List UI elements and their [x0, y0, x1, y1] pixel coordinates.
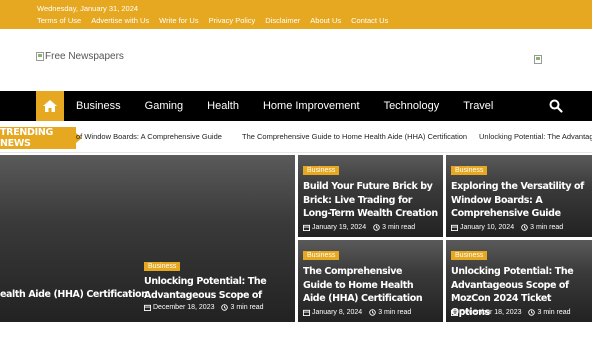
card-meta: December 18, 2023 3 min read: [451, 309, 571, 316]
clock-icon: [221, 304, 229, 311]
featured-card-main[interactable]: ealth Aide (HHA) Certification Business …: [0, 155, 295, 322]
card-meta: January 19, 2024 3 min read: [303, 224, 415, 231]
card-meta: January 10, 2024 3 min read: [451, 224, 563, 231]
category-badge[interactable]: Business: [451, 166, 488, 175]
category-badge[interactable]: Business: [144, 262, 181, 271]
category-badge[interactable]: Business: [303, 251, 340, 260]
nav-menu: Business Gaming Health Home Improvement …: [76, 91, 517, 121]
link-about[interactable]: About Us: [310, 16, 341, 25]
featured-card[interactable]: Business The Comprehensive Guide to Home…: [298, 240, 443, 322]
featured-card[interactable]: Business Build Your Future Brick by Bric…: [298, 155, 443, 237]
current-date: Wednesday, January 31, 2024: [37, 4, 139, 13]
card-meta: January 8, 2024 3 min read: [303, 309, 411, 316]
category-badge[interactable]: Business: [303, 166, 340, 175]
calendar-icon: [144, 304, 151, 311]
site-logo[interactable]: Free Newspapers: [36, 51, 124, 62]
calendar-icon: [303, 309, 310, 316]
card-title[interactable]: Unlocking Potential: The Advantageous Sc…: [144, 275, 295, 303]
calendar-icon: [303, 224, 310, 231]
broken-image-icon: [534, 55, 542, 64]
nav-item-gaming[interactable]: Gaming: [145, 100, 184, 112]
featured-card[interactable]: Business Unlocking Potential: The Advant…: [446, 240, 592, 322]
ticker-item[interactable]: The Comprehensive Guide to Home Health A…: [242, 132, 467, 141]
card-meta: December 18, 2023 3 min read: [144, 304, 264, 311]
card-read-time: 3 min read: [530, 224, 564, 231]
nav-item-travel[interactable]: Travel: [463, 100, 493, 112]
card-date: January 19, 2024: [312, 224, 367, 231]
nav-item-health[interactable]: Health: [207, 100, 239, 112]
card-title[interactable]: Build Your Future Brick by Brick: Live T…: [303, 180, 443, 221]
home-icon: [43, 100, 57, 112]
clock-icon: [521, 224, 528, 231]
trending-bar: TRENDING NEWS of Window Boards: A Compre…: [0, 123, 592, 153]
card-read-time: 3 min read: [382, 224, 416, 231]
featured-card[interactable]: Business Exploring the Versatility of Wi…: [446, 155, 592, 237]
card-date: December 18, 2023: [153, 304, 215, 311]
card-date: December 18, 2023: [460, 309, 522, 316]
slider-prev-title[interactable]: ealth Aide (HHA) Certification: [0, 288, 148, 302]
nav-item-home-improvement[interactable]: Home Improvement: [263, 100, 360, 112]
link-terms[interactable]: Terms of Use: [37, 16, 81, 25]
link-contact[interactable]: Contact Us: [351, 16, 388, 25]
ticker-item[interactable]: Unlocking Potential: The Advantage: [479, 132, 592, 141]
nav-item-business[interactable]: Business: [76, 100, 121, 112]
top-links: Terms of Use Advertise with Us Write for…: [37, 16, 398, 25]
ticker-item[interactable]: of Window Boards: A Comprehensive Guide: [76, 132, 222, 141]
category-badge[interactable]: Business: [451, 251, 488, 260]
card-title[interactable]: The Comprehensive Guide to Home Health A…: [303, 265, 427, 306]
calendar-icon: [451, 224, 458, 231]
trending-label: TRENDING NEWS: [0, 127, 82, 149]
card-date: January 10, 2024: [460, 224, 515, 231]
header-ad-image[interactable]: [534, 51, 543, 69]
calendar-icon: [451, 309, 458, 316]
site-header: Free Newspapers: [0, 29, 592, 91]
card-date: January 8, 2024: [312, 309, 363, 316]
main-nav: Business Gaming Health Home Improvement …: [0, 91, 592, 121]
home-button[interactable]: [36, 91, 64, 121]
broken-image-icon: [36, 52, 44, 61]
nav-item-technology[interactable]: Technology: [384, 100, 440, 112]
logo-alt-text: Free Newspapers: [45, 51, 124, 62]
card-read-time: 3 min read: [378, 309, 412, 316]
clock-icon: [528, 309, 536, 316]
search-icon[interactable]: [549, 99, 563, 113]
link-disclaimer[interactable]: Disclaimer: [265, 16, 300, 25]
link-advertise[interactable]: Advertise with Us: [91, 16, 149, 25]
link-write-for-us[interactable]: Write for Us: [159, 16, 198, 25]
card-title[interactable]: Exploring the Versatility of Window Boar…: [451, 180, 587, 221]
card-read-time: 3 min read: [230, 304, 264, 311]
clock-icon: [373, 224, 380, 231]
card-read-time: 3 min read: [537, 309, 571, 316]
top-bar: Wednesday, January 31, 2024 Terms of Use…: [0, 0, 592, 29]
link-privacy[interactable]: Privacy Policy: [209, 16, 256, 25]
clock-icon: [369, 309, 376, 316]
